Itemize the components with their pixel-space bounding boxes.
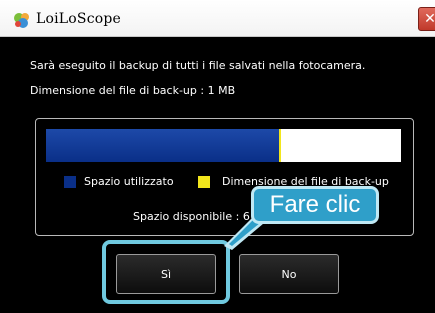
callout-pointer: [224, 218, 270, 250]
loiloscope-dialog-window: LoiLoScope ✕ Sarà eseguito il backup di …: [0, 0, 435, 313]
click-here-callout: Fare clic: [251, 186, 379, 224]
callout-text: Fare clic: [269, 191, 361, 218]
